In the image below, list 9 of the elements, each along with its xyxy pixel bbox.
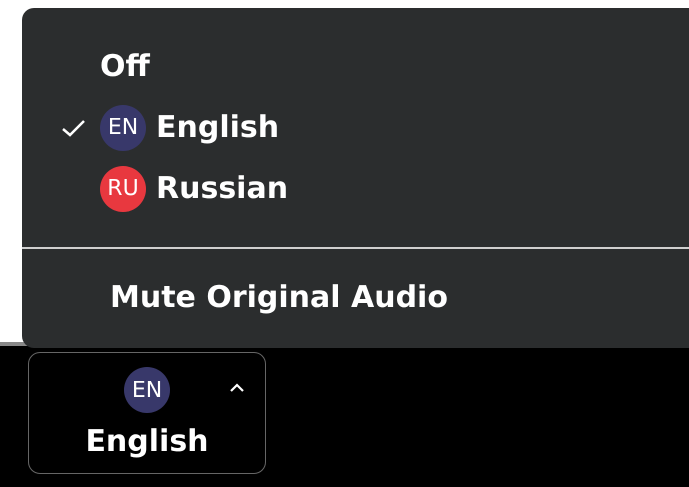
menu-item[interactable]: Mute Original Audio (22, 267, 689, 328)
caret-icon (229, 383, 245, 393)
language-badge: EN (124, 367, 170, 413)
menu-item[interactable]: EN English (22, 97, 689, 158)
menu-item[interactable]: Off (22, 36, 689, 97)
language-badge: RU (100, 166, 146, 212)
language-button[interactable]: EN English (28, 352, 266, 474)
language-badge: EN (100, 104, 146, 150)
menu-item[interactable]: RU Russian (22, 158, 689, 219)
